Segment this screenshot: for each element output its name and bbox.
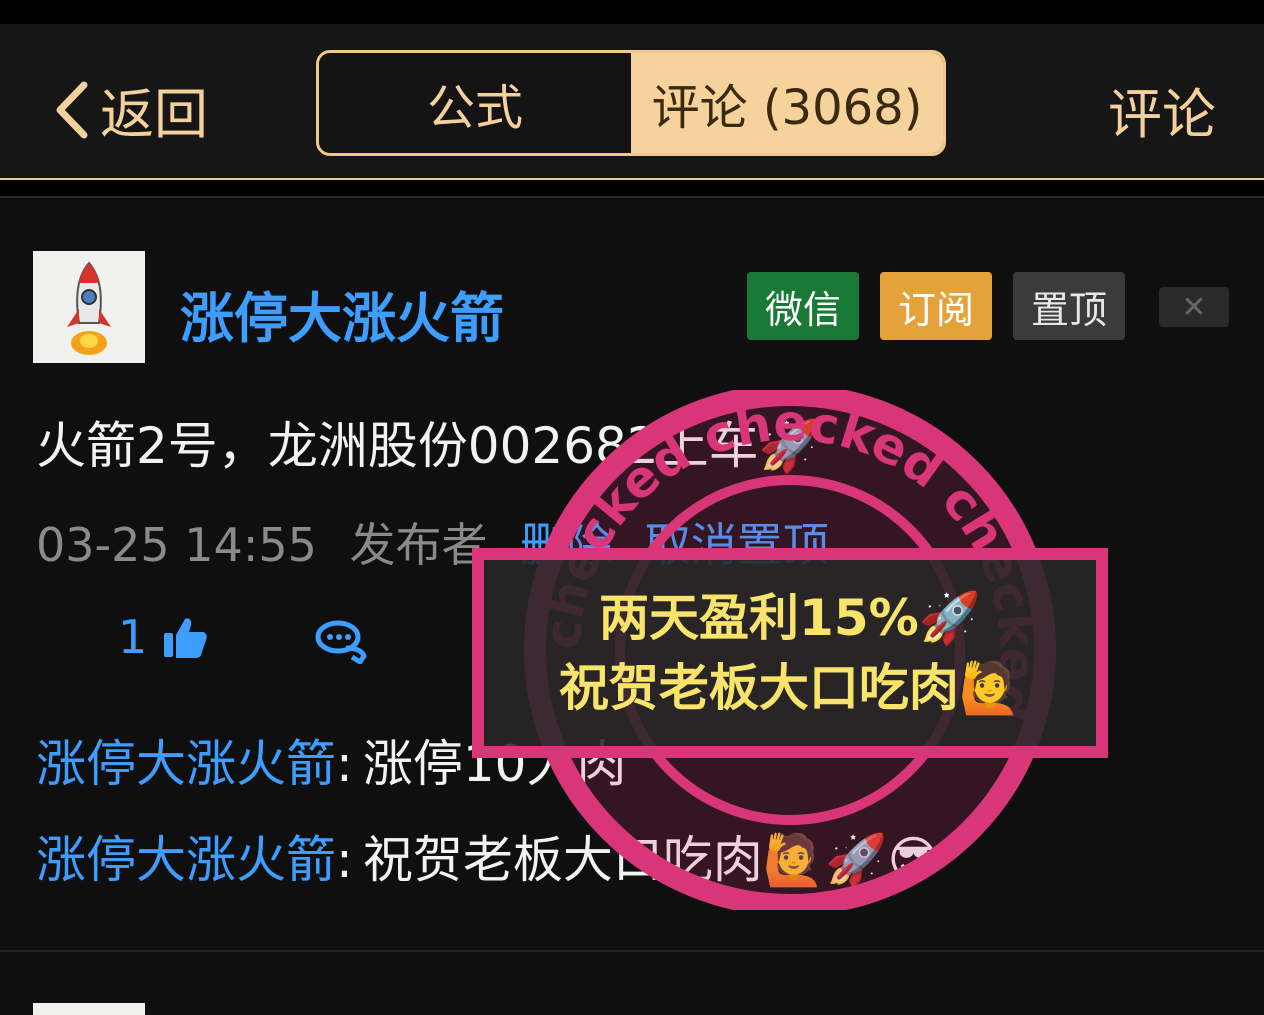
status-bar [0, 0, 1264, 24]
tab-formula[interactable]: 公式 [319, 53, 631, 153]
stamp-line-2: 祝贺老板大口吃肉🙋 [558, 659, 1022, 717]
post-text: 火箭2号，龙洲股份002682上车🚀 [36, 417, 821, 475]
comment-button[interactable] [314, 618, 368, 668]
top-nav-bar: 返回 公式 评论 (3068) 评论 [0, 24, 1264, 180]
close-icon[interactable]: ✕ [1159, 287, 1229, 327]
reply-user[interactable]: 涨停大涨火箭 [36, 831, 336, 889]
segmented-tabs: 公式 评论 (3068) [316, 50, 946, 156]
back-label: 返回 [100, 83, 208, 146]
reply-item[interactable]: 涨停大涨火箭: 祝贺老板大口吃肉🙋🚀😎 [36, 820, 940, 892]
avatar[interactable] [33, 251, 145, 363]
reply-text: 祝贺老板大口吃肉🙋🚀😎 [362, 831, 940, 889]
subscribe-button[interactable]: 订阅 [880, 272, 992, 340]
avatar[interactable] [33, 1003, 145, 1015]
comment-action-button[interactable]: 评论 [1108, 70, 1216, 149]
stamp-banner: 两天盈利15%🚀 祝贺老板大口吃肉🙋 [472, 548, 1108, 758]
comment-icon [315, 620, 367, 665]
like-button[interactable]: 1 [118, 610, 209, 664]
thumbs-up-icon [164, 618, 208, 658]
stamp-line-1: 两天盈利15%🚀 [599, 589, 981, 647]
divider [0, 950, 1264, 952]
rocket-icon [67, 261, 111, 355]
wechat-button[interactable]: 微信 [747, 272, 859, 340]
reply-separator: : [336, 735, 353, 793]
publisher-label: 发布者 [349, 518, 488, 572]
pin-button[interactable]: 置顶 [1013, 272, 1125, 340]
reply-user[interactable]: 涨停大涨火箭 [36, 735, 336, 793]
back-button[interactable]: 返回 [52, 70, 208, 149]
post-username[interactable]: 涨停大涨火箭 [180, 274, 504, 353]
like-count: 1 [118, 610, 148, 664]
post-timestamp: 03-25 14:55 [36, 518, 317, 572]
chevron-left-icon [56, 81, 88, 138]
tab-comments[interactable]: 评论 (3068) [631, 53, 943, 153]
reply-separator: : [336, 831, 353, 889]
